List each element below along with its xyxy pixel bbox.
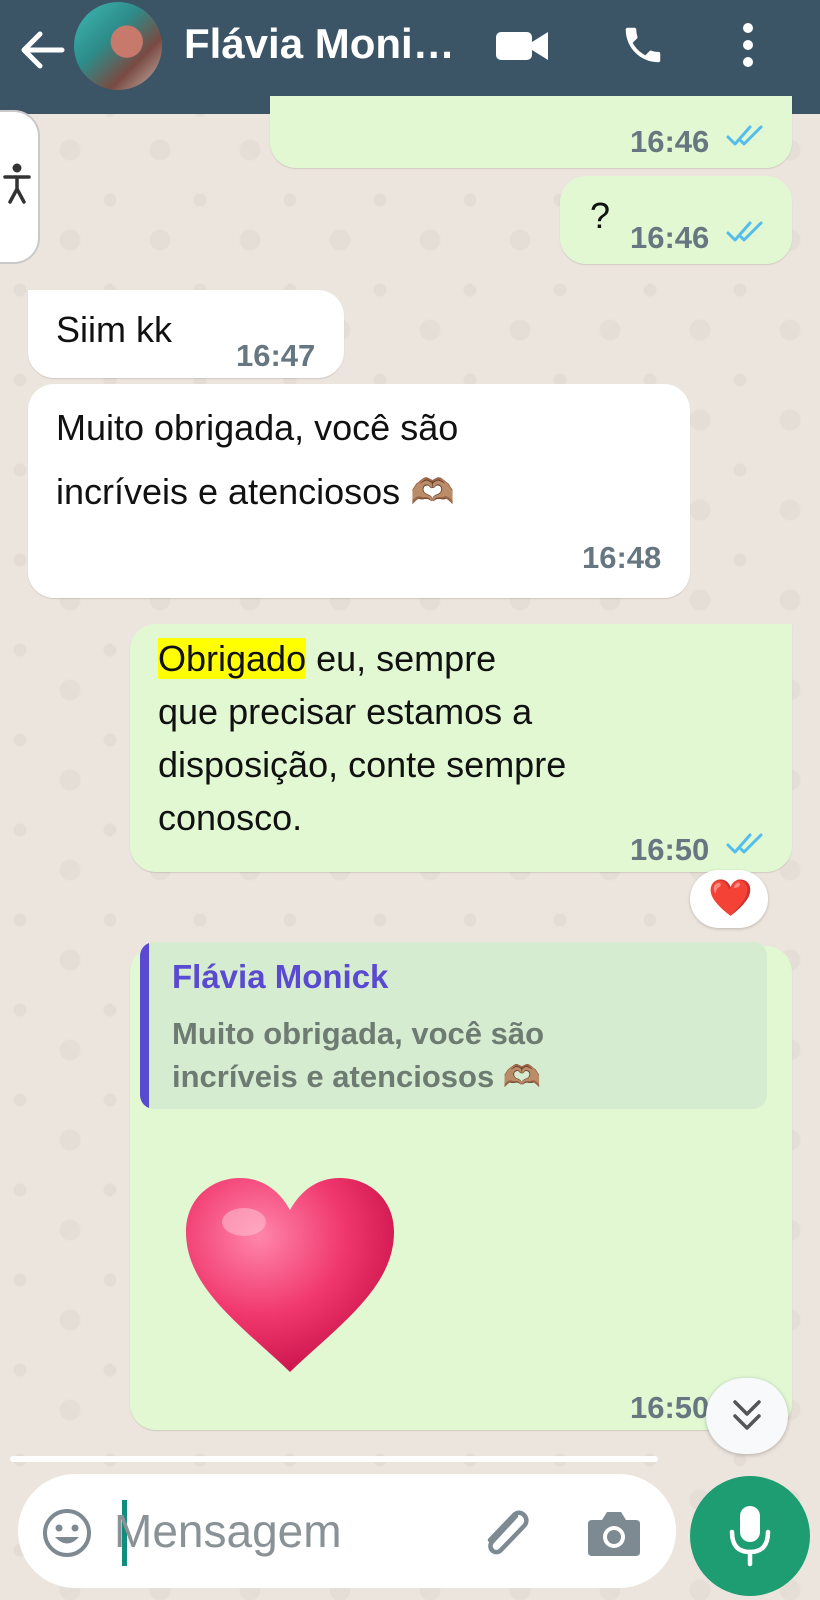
message-time: 16:47: [236, 338, 316, 373]
emoji-icon[interactable]: [40, 1506, 94, 1560]
contact-avatar[interactable]: [74, 2, 162, 90]
heart-sticker: [186, 1178, 394, 1372]
input-divider: [10, 1456, 658, 1462]
message-text: ?: [590, 195, 611, 236]
message-bubble-outgoing[interactable]: 16:46: [270, 96, 792, 168]
contact-name[interactable]: Flávia Moni…: [184, 20, 455, 68]
read-receipt-icon: [726, 221, 763, 242]
back-arrow-icon[interactable]: [16, 24, 68, 76]
message-text: Obrigado eu, sempre que precisar estamos…: [158, 632, 566, 844]
quote-bar: [140, 942, 149, 1109]
video-call-icon[interactable]: [494, 26, 550, 66]
message-input[interactable]: [112, 1480, 446, 1582]
message-text: Siim kk: [56, 309, 172, 350]
highlighted-word: Obrigado: [158, 638, 307, 679]
message-time: 16:46: [630, 124, 710, 159]
message-time: 16:50: [630, 832, 710, 867]
read-receipt-icon: [726, 833, 763, 854]
voice-message-button[interactable]: [690, 1476, 810, 1596]
accessibility-tab[interactable]: [0, 110, 40, 264]
message-reaction[interactable]: ❤️: [690, 870, 768, 928]
accessibility-icon: [3, 163, 31, 204]
more-options-icon[interactable]: [734, 20, 762, 70]
message-time: 16:48: [582, 540, 662, 575]
message-bubble-incoming[interactable]: Siim kk 16:47: [28, 290, 344, 378]
voice-call-icon[interactable]: [620, 22, 666, 68]
message-text: Muito obrigada, você são incríveis e ate…: [56, 407, 459, 512]
message-time: 16:50: [630, 1390, 710, 1425]
message-bubble-outgoing[interactable]: Obrigado eu, sempre que precisar estamos…: [130, 624, 792, 872]
read-receipt-icon: [726, 125, 763, 146]
reply-quote[interactable]: Flávia Monick Muito obrigada, você são i…: [140, 942, 767, 1109]
message-bubble-outgoing[interactable]: ? 16:46: [560, 176, 792, 264]
camera-icon[interactable]: [586, 1508, 642, 1558]
reaction-emoji: ❤️: [708, 877, 753, 918]
double-chevron-down-icon: [733, 1400, 761, 1430]
quote-text: Muito obrigada, você são incríveis e ate…: [172, 1016, 545, 1094]
attach-icon[interactable]: [476, 1502, 534, 1564]
message-time: 16:46: [630, 220, 710, 255]
microphone-icon: [729, 1506, 771, 1567]
scroll-to-bottom-button[interactable]: [706, 1378, 788, 1454]
message-bubble-incoming[interactable]: Muito obrigada, você são incríveis e ate…: [28, 384, 690, 598]
quote-author: Flávia Monick: [172, 958, 389, 995]
